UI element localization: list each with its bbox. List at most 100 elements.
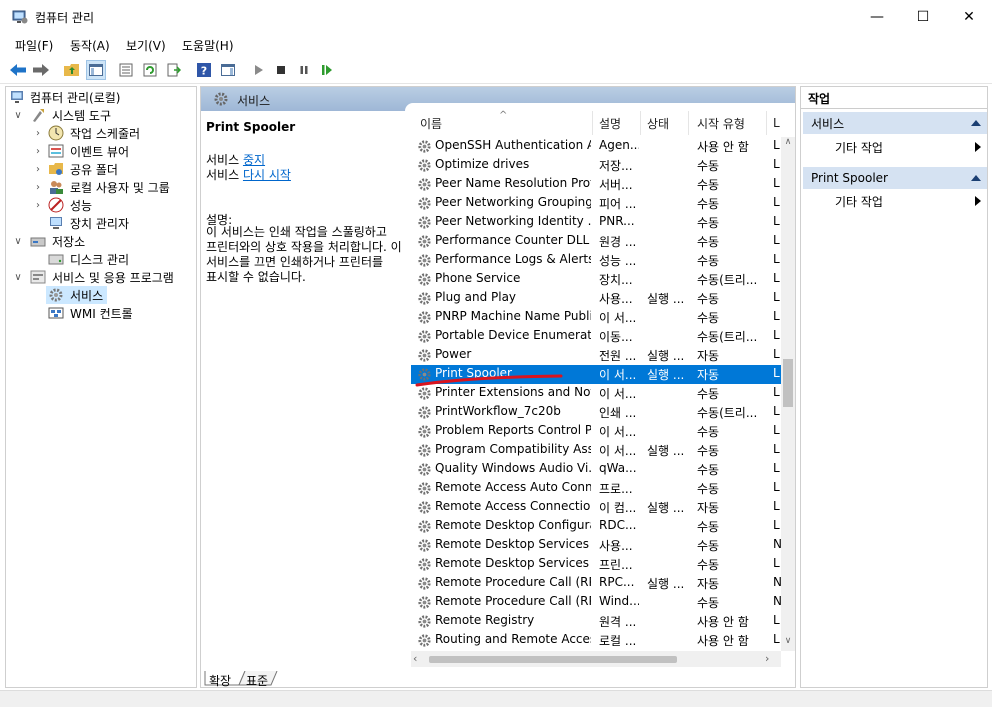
pause-service-button[interactable] — [294, 60, 314, 80]
horizontal-scroll-thumb[interactable] — [429, 656, 677, 663]
service-row[interactable]: Printer Extensions and Noti... 이 서... 수동 L — [411, 384, 781, 403]
tab-standard[interactable]: 표준 — [246, 672, 268, 689]
service-row[interactable]: Program Compatibility Assi... 이 서... 실행 ..… — [411, 441, 781, 460]
service-description: 사용... — [599, 292, 633, 306]
service-row[interactable]: Peer Networking Grouping 피어 ... 수동 L — [411, 194, 781, 213]
tree-task-scheduler[interactable]: 작업 스케줄러 — [48, 124, 140, 142]
chevron-right-icon[interactable]: › — [32, 199, 44, 211]
service-status: 실행 ... — [647, 577, 685, 591]
tree-device-manager[interactable]: 장치 관리자 — [48, 214, 129, 232]
service-row[interactable]: Quality Windows Audio Vi... qWa... 수동 L — [411, 460, 781, 479]
service-name: Portable Device Enumerato... — [435, 328, 591, 342]
service-row[interactable]: PNRP Machine Name Publi... 이 서... 수동 L — [411, 308, 781, 327]
close-button[interactable]: ✕ — [946, 0, 992, 34]
back-button[interactable] — [8, 60, 28, 80]
tree-wmi[interactable]: WMI 컨트롤 — [48, 304, 133, 322]
actions-more-print-spooler[interactable]: 기타 작업 — [835, 193, 883, 210]
tree-disk-management[interactable]: 디스크 관리 — [48, 250, 129, 268]
service-row[interactable]: OpenSSH Authentication A... Agen... 사용 안 함… — [411, 137, 781, 156]
service-row[interactable]: Plug and Play 사용... 실행 ... 수동 L — [411, 289, 781, 308]
maximize-button[interactable]: ☐ — [900, 0, 946, 34]
service-row[interactable]: Portable Device Enumerato... 이동... 수동(트리..… — [411, 327, 781, 346]
scroll-left-icon[interactable]: ‹ — [413, 652, 417, 665]
chevron-down-icon[interactable]: ∨ — [12, 109, 24, 121]
service-row[interactable]: Routing and Remote Access 로컬 ... 사용 안 함 L — [411, 631, 781, 650]
service-row[interactable]: Phone Service 장치... 수동(트리... L — [411, 270, 781, 289]
service-description: 프로... — [599, 482, 633, 496]
service-row[interactable]: Performance Counter DLL ... 원경 ... 수동 L — [411, 232, 781, 251]
chevron-right-icon[interactable]: › — [32, 181, 44, 193]
stop-service-link[interactable]: 중지 — [243, 153, 265, 167]
actions-section-services[interactable]: 서비스 — [803, 112, 987, 134]
tree-performance[interactable]: 성능 — [48, 196, 92, 214]
chevron-down-icon[interactable]: ∨ — [12, 271, 24, 283]
forward-button[interactable] — [31, 60, 51, 80]
service-row[interactable]: Peer Name Resolution Prot... 서버... 수동 L — [411, 175, 781, 194]
tab-extended[interactable]: 확장 — [209, 672, 231, 689]
service-row[interactable]: Peer Networking Identity ... PNR... 수동 L — [411, 213, 781, 232]
service-row[interactable]: Remote Desktop Services ... 프린... 수동 L — [411, 555, 781, 574]
tree-shared-folders[interactable]: 공유 폴더 — [48, 160, 118, 178]
tree-local-users[interactable]: 로컬 사용자 및 그룹 — [48, 178, 170, 196]
start-service-button[interactable] — [249, 60, 269, 80]
tree-event-viewer[interactable]: 이벤트 뷰어 — [48, 142, 129, 160]
minimize-button[interactable]: — — [854, 0, 900, 34]
menu-file[interactable]: 파일(F) — [15, 37, 53, 54]
chevron-right-icon[interactable]: › — [32, 145, 44, 157]
tree-root[interactable]: 컴퓨터 관리(로컬) — [10, 88, 120, 106]
restart-service-button[interactable] — [317, 60, 337, 80]
service-row-selected[interactable]: Print Spooler 이 서... 실행 ... 자동 L — [411, 365, 781, 384]
service-row[interactable]: Remote Procedure Call (RP... Wind... 수동 N — [411, 593, 781, 612]
service-row[interactable]: Remote Access Connection... 이 컴... 실행 ... 자… — [411, 498, 781, 517]
vertical-scroll-thumb[interactable] — [783, 359, 793, 407]
service-row[interactable]: PrintWorkflow_7c20b 인쇄 ... 수동(트리... L — [411, 403, 781, 422]
service-name: PNRP Machine Name Publi... — [435, 309, 591, 323]
actions-section-print-spooler[interactable]: Print Spooler — [803, 167, 987, 189]
scroll-right-icon[interactable]: › — [765, 652, 769, 665]
column-header-description[interactable]: 설명 — [593, 111, 641, 135]
service-row[interactable]: Remote Registry 원격 ... 사용 안 함 L — [411, 612, 781, 631]
up-folder-button[interactable] — [62, 60, 82, 80]
actions-more-services[interactable]: 기타 작업 — [835, 139, 883, 156]
show-console-tree-button[interactable] — [86, 60, 106, 80]
menu-bar: 파일(F) 동작(A) 보기(V) 도움말(H) — [0, 34, 992, 56]
menu-help[interactable]: 도움말(H) — [182, 37, 234, 54]
properties-button[interactable] — [116, 60, 136, 80]
tree-system-tools[interactable]: 시스템 도구 — [30, 106, 111, 124]
tree-services-apps[interactable]: 서비스 및 응용 프로그램 — [30, 268, 174, 286]
column-header-name[interactable]: 이름 ^ — [411, 110, 593, 135]
chevron-right-icon[interactable]: › — [32, 163, 44, 175]
scroll-up-icon[interactable]: ∧ — [781, 137, 795, 151]
scroll-down-icon[interactable]: ∨ — [781, 636, 795, 650]
service-name: Print Spooler — [435, 366, 512, 380]
service-row[interactable]: Remote Procedure Call (RP... RPC... 실행 ...… — [411, 574, 781, 593]
export-list-button[interactable] — [164, 60, 184, 80]
menu-action[interactable]: 동작(A) — [70, 37, 110, 54]
column-header-logon[interactable]: L — [767, 111, 781, 135]
service-row[interactable]: Performance Logs & Alerts 성능 ... 수동 L — [411, 251, 781, 270]
chevron-down-icon[interactable]: ∨ — [12, 235, 24, 247]
service-row[interactable]: Remote Access Auto Conn... 프로... 수동 L — [411, 479, 781, 498]
service-row[interactable]: Optimize drives 저장... 수동 L — [411, 156, 781, 175]
service-row[interactable]: Remote Desktop Configura... RDC... 수동 L — [411, 517, 781, 536]
refresh-button[interactable] — [140, 60, 160, 80]
service-row[interactable]: Power 전원 ... 실행 ... 자동 L — [411, 346, 781, 365]
help-button[interactable]: ? — [194, 60, 214, 80]
menu-view[interactable]: 보기(V) — [126, 37, 166, 54]
service-description: Wind... — [599, 594, 639, 608]
service-logon: L — [773, 518, 780, 532]
column-header-startup[interactable]: 시작 유형 — [689, 111, 767, 135]
tree-storage[interactable]: 저장소 — [30, 232, 85, 250]
show-action-pane-button[interactable] — [218, 60, 238, 80]
tree-services[interactable]: 서비스 — [46, 286, 108, 304]
service-logon: L — [773, 366, 780, 380]
chevron-right-icon[interactable]: › — [32, 127, 44, 139]
restart-service-link[interactable]: 다시 시작 — [243, 168, 291, 182]
column-header-status[interactable]: 상태 — [641, 111, 689, 135]
service-row[interactable]: Problem Reports Control P... 이 서... 수동 L — [411, 422, 781, 441]
service-row[interactable]: Remote Desktop Services 사용... 수동 N — [411, 536, 781, 555]
vertical-scrollbar[interactable]: ∧ ∨ — [781, 137, 795, 651]
submenu-arrow-icon — [975, 142, 981, 152]
stop-service-button[interactable] — [271, 60, 291, 80]
horizontal-scrollbar[interactable]: ‹ › — [411, 651, 781, 667]
